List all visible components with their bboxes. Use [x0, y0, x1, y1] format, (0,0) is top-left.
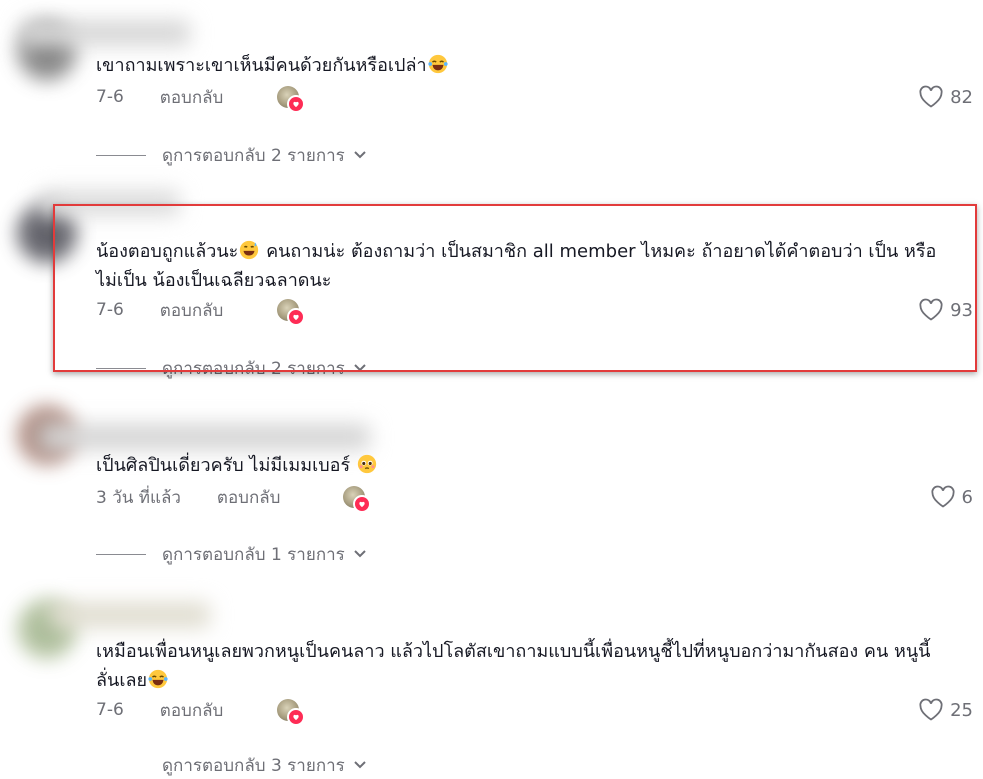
heart-badge-icon	[287, 708, 305, 726]
comment-meta: 3 วัน ที่แล้ว ตอบกลับ	[96, 484, 280, 510]
comment-meta: 7-6 ตอบกลับ	[96, 84, 223, 110]
view-replies-label[interactable]: ดูการตอบกลับ 2 รายการ	[162, 142, 345, 169]
comment-meta: 7-6 ตอบกลับ	[96, 697, 223, 723]
view-replies-label[interactable]: ดูการตอบกลับ 3 รายการ	[162, 752, 345, 779]
like-button[interactable]: 25	[918, 697, 973, 723]
commenter-name[interactable]	[40, 190, 180, 216]
comment-date: 7-6	[96, 87, 124, 107]
comment-date: 7-6	[96, 700, 124, 720]
commenter-name[interactable]	[20, 20, 190, 46]
comment-item: เหมือนเพื่อนหนูเลยพวกหนูเป็นคนลาว แล้วไป…	[0, 580, 983, 776]
reply-button[interactable]: ตอบกลับ	[160, 84, 224, 111]
heart-badge-icon	[287, 95, 305, 113]
comment-item: เป็นศิลปินเดี่ยวครับ ไม่มีเมมเบอร์ 3 วัน…	[0, 390, 983, 580]
comment-item: เขาถามเพราะเขาเห็นมีคนด้วยกันหรือเปล่า 7…	[0, 0, 983, 190]
commenter-name[interactable]	[40, 424, 370, 450]
chevron-down-icon[interactable]	[353, 363, 367, 373]
heart-outline-icon[interactable]	[918, 698, 944, 722]
divider-line	[96, 367, 146, 369]
reply-button[interactable]: ตอบกลับ	[160, 297, 224, 324]
reply-button[interactable]: ตอบกลับ	[160, 697, 224, 724]
comment-item: น้องตอบถูกแล้วนะ คนถามน่ะ ต้องถามว่า เป็…	[0, 190, 983, 390]
like-count: 82	[950, 86, 973, 108]
creator-liked-badge-icon	[277, 86, 305, 113]
chevron-down-icon[interactable]	[353, 549, 367, 559]
reply-button[interactable]: ตอบกลับ	[217, 484, 281, 511]
comment-text: น้องตอบถูกแล้วนะ คนถามน่ะ ต้องถามว่า เป็…	[96, 240, 937, 291]
heart-badge-icon	[353, 495, 371, 513]
divider-line	[96, 553, 146, 555]
tears-of-joy-emoji-icon	[148, 669, 168, 689]
heart-outline-icon[interactable]	[930, 485, 956, 509]
tears-of-joy-emoji-icon	[427, 54, 448, 74]
chevron-down-icon[interactable]	[353, 760, 367, 770]
pleading-face-emoji-icon	[357, 454, 377, 474]
creator-liked-badge-icon	[277, 299, 305, 326]
comment-date: 3 วัน ที่แล้ว	[96, 487, 181, 508]
like-button[interactable]: 82	[918, 84, 973, 110]
grinning-sweat-emoji-icon	[240, 240, 259, 260]
view-replies-button[interactable]: ดูการตอบกลับ 2 รายการ	[96, 142, 367, 168]
like-button[interactable]: 6	[930, 484, 973, 510]
creator-liked-badge-icon	[343, 486, 371, 513]
view-replies-button[interactable]: ดูการตอบกลับ 2 รายการ	[96, 355, 367, 381]
comment-text: เหมือนเพื่อนหนูเลยพวกหนูเป็นคนลาว แล้วไป…	[96, 641, 931, 691]
commenter-name[interactable]	[50, 602, 210, 628]
divider-line	[96, 154, 146, 156]
like-count: 93	[950, 299, 973, 321]
heart-badge-icon	[287, 308, 305, 326]
comment-text: เป็นศิลปินเดี่ยวครับ ไม่มีเมมเบอร์	[96, 451, 946, 480]
view-replies-button[interactable]: ดูการตอบกลับ 3 รายการ	[96, 752, 367, 778]
view-replies-label[interactable]: ดูการตอบกลับ 1 รายการ	[162, 541, 345, 568]
chevron-down-icon[interactable]	[353, 150, 367, 160]
heart-outline-icon[interactable]	[918, 298, 944, 322]
comment-meta: 7-6 ตอบกลับ	[96, 297, 223, 323]
view-replies-button[interactable]: ดูการตอบกลับ 1 รายการ	[96, 541, 367, 567]
like-button[interactable]: 93	[918, 297, 973, 323]
divider-line	[96, 765, 146, 766]
like-count: 6	[961, 486, 973, 508]
comment-date: 7-6	[96, 300, 124, 320]
view-replies-label[interactable]: ดูการตอบกลับ 2 รายการ	[162, 355, 345, 382]
heart-outline-icon[interactable]	[918, 85, 944, 109]
creator-liked-badge-icon	[277, 699, 305, 726]
like-count: 25	[950, 699, 973, 721]
comment-text: เขาถามเพราะเขาเห็นมีคนด้วยกันหรือเปล่า	[96, 51, 946, 80]
